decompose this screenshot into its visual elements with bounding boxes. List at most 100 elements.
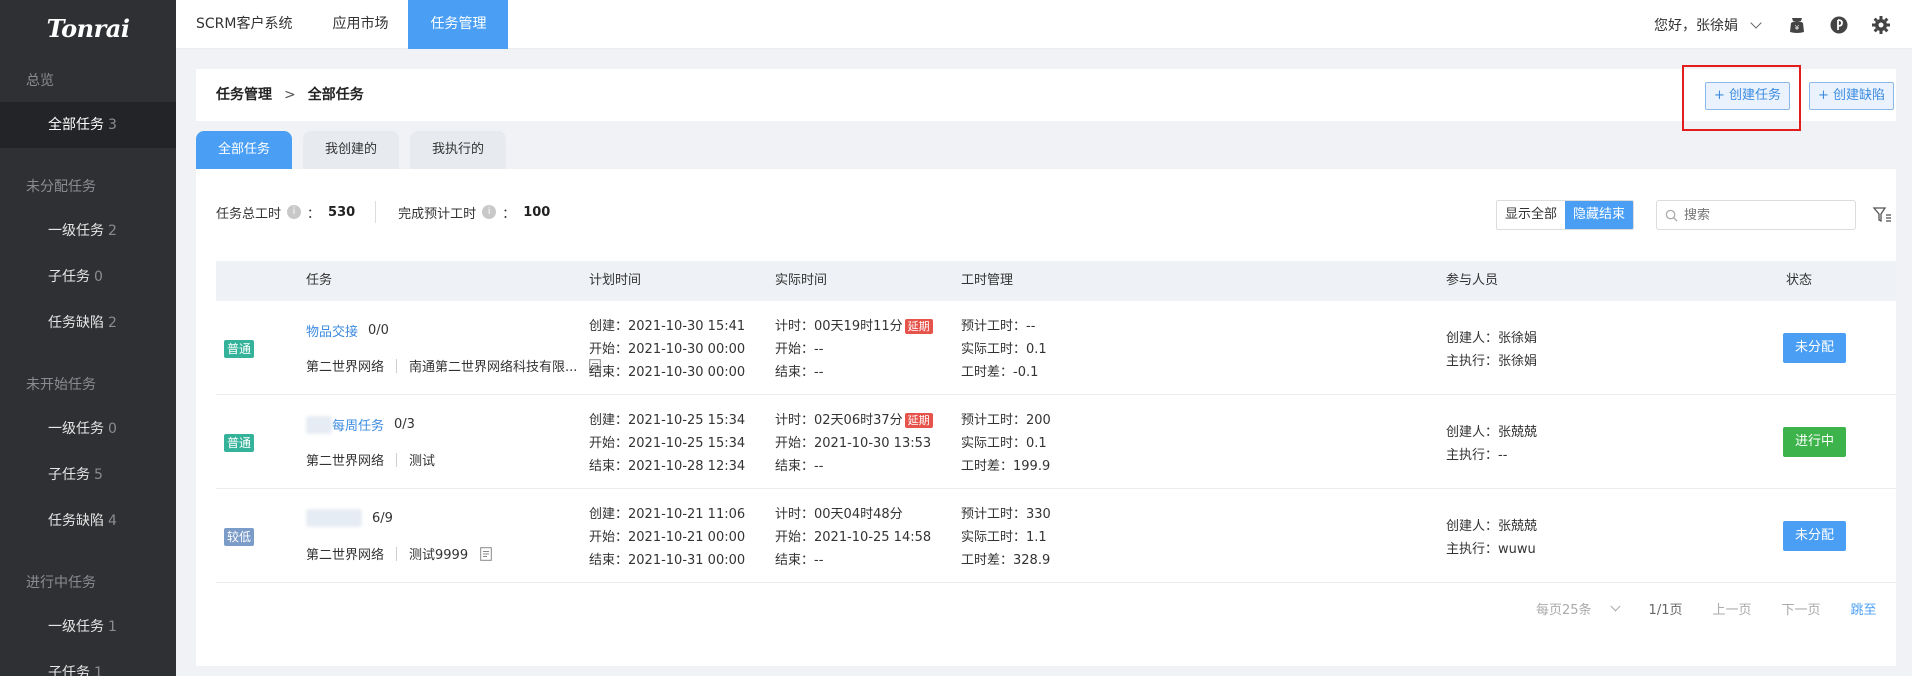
hide-finished-button[interactable]: 隐藏结束	[1565, 201, 1634, 229]
next-page-button[interactable]: 下一页	[1782, 599, 1821, 618]
sidebar-item-unassigned-sub[interactable]: 子任务 0	[0, 254, 176, 300]
page-indicator: 1/1页	[1648, 603, 1683, 618]
redacted-text	[306, 509, 362, 527]
col-plan-time: 计划时间	[589, 273, 642, 288]
prev-page-button[interactable]: 上一页	[1712, 599, 1751, 618]
tab-all-tasks[interactable]: 全部任务	[196, 131, 293, 169]
work-hour-stats: 任务总工时 i ： 530 完成预计工时 i ： 100	[216, 201, 550, 223]
chevron-down-icon[interactable]	[1750, 16, 1762, 29]
sidebar: Tonrai 总览 全部任务 3 未分配任务 一级任务 2 子任务 0 任务缺陷 2 未…	[0, 0, 176, 676]
info-icon[interactable]: i	[287, 205, 302, 219]
show-all-button[interactable]: 显示全部	[1497, 201, 1565, 229]
document-icon[interactable]	[480, 546, 492, 561]
table-row[interactable]: 普通 每周任务 0/3 第二世界网络 测试 创建：2021-10-25 15:3…	[216, 395, 1896, 489]
status-badge[interactable]: 未分配	[1783, 521, 1847, 551]
breadcrumb-separator: >	[284, 87, 296, 103]
info-icon[interactable]: i	[482, 205, 497, 219]
jump-to-page[interactable]: 跳至	[1851, 599, 1877, 618]
executor: 主执行：张徐娟	[1446, 354, 1538, 369]
status-badge[interactable]: 进行中	[1783, 427, 1847, 457]
actual-time: 计时：00天04时48分 开始：2021-10-25 14:58 结束：--	[775, 503, 931, 572]
actual-end: 结束：--	[775, 459, 824, 474]
user-greeting[interactable]: 您好，张徐娟	[1654, 15, 1738, 35]
tab-created-by-me[interactable]: 我创建的	[303, 131, 400, 169]
participants: 创建人：张兢兢 主执行：wuwu	[1446, 515, 1537, 561]
status-badge[interactable]: 未分配	[1783, 333, 1847, 363]
table-row[interactable]: 普通 物品交接 0/0 第二世界网络 南通第二世界网络科技有限... 创建：20…	[216, 301, 1896, 395]
search-box	[1656, 200, 1856, 230]
priority-tag: 普通	[224, 434, 255, 452]
cs-icon[interactable]	[1828, 14, 1850, 36]
plan-time: 创建：2021-10-21 11:06 开始：2021-10-21 00:00 …	[589, 503, 745, 572]
estimated-hours: 预计工时：--	[961, 319, 1036, 334]
sidebar-item-count: 4	[108, 513, 117, 529]
sidebar-item-unassigned-defect[interactable]: 任务缺陷 2	[0, 300, 176, 346]
sidebar-item-label: 一级任务	[48, 619, 104, 635]
col-actual-time: 实际时间	[775, 273, 828, 288]
actual-start: 开始：2021-10-25 14:58	[775, 530, 932, 545]
estimated-hours: 预计工时：330	[961, 507, 1051, 522]
task-desc: 测试	[409, 454, 436, 469]
highlight-frame	[1682, 65, 1801, 131]
done-hours-label: 完成预计工时	[398, 206, 477, 222]
sidebar-item-unassigned-top[interactable]: 一级任务 2	[0, 208, 176, 254]
sidebar-item-label: 一级任务	[48, 421, 104, 437]
sidebar-group-unassigned: 未分配任务	[26, 179, 96, 195]
actual-start: 开始：2021-10-30 13:53	[775, 436, 932, 451]
filter-icon[interactable]	[1872, 205, 1892, 225]
plan-start: 开始：2021-10-25 15:34	[589, 436, 746, 451]
gear-icon[interactable]	[1870, 14, 1892, 36]
create-defect-button[interactable]: + 创建缺陷	[1809, 82, 1895, 110]
task-meta: 第二世界网络 测试9999	[306, 544, 492, 563]
actual-timer: 计时：02天06时37分	[775, 413, 903, 428]
hours-diff: 工时差：328.9	[961, 553, 1051, 568]
sidebar-item-label: 全部任务	[48, 117, 104, 133]
work-hours: 预计工时：200 实际工时：0.1 工时差：199.9	[961, 409, 1051, 478]
estimated-hours: 预计工时：200	[961, 413, 1051, 428]
sidebar-item-all-tasks[interactable]: 全部任务 3	[0, 102, 176, 148]
actual-time: 计时：00天19时11分 延期 开始：-- 结束：--	[775, 315, 933, 384]
actual-start: 开始：--	[775, 342, 824, 357]
sidebar-item-in-progress-sub[interactable]: 子任务 1	[0, 650, 176, 676]
sidebar-item-not-started-top[interactable]: 一级任务 0	[0, 406, 176, 452]
sidebar-item-not-started-defect[interactable]: 任务缺陷 4	[0, 498, 176, 544]
sidebar-item-count: 5	[94, 467, 103, 483]
bag-icon[interactable]: ¥	[1786, 14, 1808, 36]
creator: 创建人：张兢兢	[1446, 425, 1538, 440]
user-area: 您好，张徐娟 ¥	[1654, 0, 1912, 49]
sidebar-item-label: 一级任务	[48, 223, 104, 239]
colon: ：	[307, 206, 321, 222]
sidebar-item-not-started-sub[interactable]: 子任务 5	[0, 452, 176, 498]
sidebar-item-count: 0	[94, 269, 103, 285]
nav-scrm[interactable]: SCRM客户系统	[176, 0, 312, 49]
breadcrumb: 任务管理 > 全部任务	[216, 69, 364, 121]
brand-logo: Tonrai	[46, 13, 130, 43]
actual-hours: 实际工时：1.1	[961, 530, 1047, 545]
table-header: 任务 计划时间 实际时间 工时管理 参与人员 状态	[216, 261, 1896, 301]
sidebar-group-overview: 总览	[26, 73, 54, 89]
colon: ：	[502, 206, 516, 222]
table-row[interactable]: 较低 6/9 第二世界网络 测试9999 创建：2021-10-21 11:06…	[216, 489, 1896, 583]
sidebar-item-count: 1	[108, 619, 117, 635]
search-input[interactable]	[1684, 207, 1844, 223]
task-name-link[interactable]: 每周任务	[332, 415, 384, 434]
nav-task-management[interactable]: 任务管理	[408, 0, 509, 49]
task-org: 第二世界网络	[306, 548, 385, 563]
executor: 主执行：wuwu	[1446, 542, 1536, 557]
plan-end: 结束：2021-10-30 00:00	[589, 365, 746, 380]
sidebar-item-label: 任务缺陷	[48, 315, 104, 331]
breadcrumb-parent[interactable]: 任务管理	[216, 69, 272, 121]
tab-assigned-to-me[interactable]: 我执行的	[410, 131, 507, 169]
nav-app-market[interactable]: 应用市场	[312, 0, 408, 49]
sidebar-item-label: 任务缺陷	[48, 513, 104, 529]
chevron-down-icon[interactable]	[1610, 601, 1620, 612]
page-size-select[interactable]: 每页25条	[1536, 599, 1592, 618]
sidebar-item-in-progress-top[interactable]: 一级任务 1	[0, 604, 176, 650]
task-meta: 第二世界网络 南通第二世界网络科技有限...	[306, 356, 602, 375]
work-hours: 预计工时：330 实际工时：1.1 工时差：328.9	[961, 503, 1051, 572]
creator: 创建人：张徐娟	[1446, 331, 1538, 346]
svg-text:¥: ¥	[1795, 24, 1800, 32]
hours-diff: 工时差：-0.1	[961, 365, 1039, 380]
task-title-line: 6/9	[306, 509, 393, 527]
task-name-link[interactable]: 物品交接	[306, 321, 358, 340]
